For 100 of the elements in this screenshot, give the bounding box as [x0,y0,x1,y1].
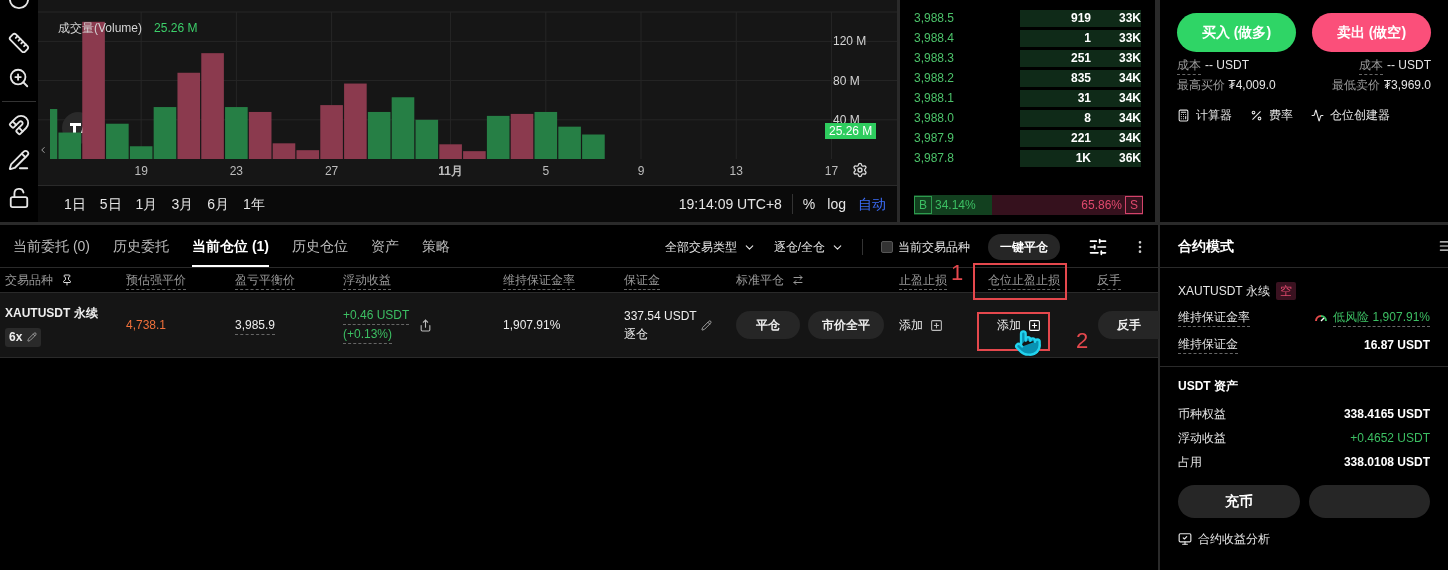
settings-icon[interactable] [852,162,868,178]
asset-value: 338.4165 USDT [1343,406,1430,423]
column-header: 预估强平价 [126,270,186,290]
add-position-tp-sl-link[interactable]: 添加 [997,316,1021,334]
price-text: 3,988.5 [914,10,956,27]
price-text: 3,987.9 [914,130,956,147]
pnl-value: +0.46 USDT [343,306,410,325]
metric-label: 维持保证金 [1178,335,1238,354]
calculator-icon[interactable] [1177,108,1190,122]
annotation-number: 1 [951,262,964,284]
range-button[interactable]: 5日 [99,193,122,215]
margin-ratio: 1,907.91% [503,317,562,334]
scale-option[interactable]: % [802,193,816,215]
edit-icon[interactable] [27,332,38,342]
tab[interactable]: 当前仓位 (1) [192,227,269,267]
buy-badge: B [914,196,932,214]
price-text: 3,987.8 [914,150,956,167]
tool-link[interactable]: 费率 [1269,106,1293,124]
swap-icon[interactable] [792,274,804,286]
tab[interactable]: 历史仓位 [292,227,348,267]
column-header: 反手 [1097,270,1121,290]
buy-ratio: 34.14% [935,197,976,214]
lock-icon[interactable] [8,187,30,209]
axis-label: 120 M [833,34,867,49]
breakeven-price: 3,985.9 [235,315,276,335]
margin-mode: 逐仓 [624,326,649,343]
symbol-text: XAUTUSDT 永续 [1178,283,1270,300]
tool-link[interactable]: 计算器 [1196,106,1232,124]
column-header: 维持保证金率 [503,270,575,290]
reverse-button[interactable]: 反手 [1098,311,1159,339]
plus-square-icon[interactable] [930,318,943,332]
tab[interactable]: 历史委托 [113,227,169,267]
column-header: 浮动收益 [343,270,391,290]
price-text: 3,988.4 [914,30,956,47]
legend-value: 25.26 M [154,20,198,37]
close-button[interactable]: 平仓 [736,311,800,339]
metric-value: 低风险 1,907.91% [1333,308,1430,327]
close-all-button[interactable]: 一键平仓 [988,234,1060,260]
column-header: 止盈止损 [899,270,947,290]
volume-bar [582,134,605,159]
depth-bar: 221 34K [1020,129,1141,147]
range-button[interactable]: 1年 [243,193,265,215]
pin-icon[interactable] [61,274,73,286]
symbol-text: XAUTUSDT 永续 [5,304,99,322]
menu-icon[interactable] [1438,239,1448,253]
column-header: 仓位止盈止损 [988,270,1060,290]
asset-value: +0.4652 USDT [1350,430,1430,447]
scale-option[interactable]: log [827,193,846,215]
close-button[interactable]: 市价全平 [808,311,884,339]
add-tp-sl-link[interactable]: 添加 [899,316,923,334]
scroll-left-icon[interactable] [38,144,48,156]
panel-title: 合约模式 [1178,236,1234,256]
tab[interactable]: 资产 [371,227,399,267]
pnl-percent: (+0.13%) [343,325,393,344]
edit-icon[interactable] [700,319,712,331]
scale-option[interactable]: 自动 [858,193,886,215]
checkbox[interactable] [881,241,893,253]
range-button[interactable]: 3月 [171,193,194,215]
current-value-label: 25.26 M [825,123,877,139]
analysis-link[interactable]: 合约收益分析 [1198,530,1270,548]
metric-value: 16.87 USDT [1363,336,1430,354]
filter-dropdown[interactable]: 全部交易类型 [664,238,737,256]
price-text: 3,988.0 [914,110,956,127]
range-button[interactable]: 6月 [207,193,229,215]
asset-value: 338.0108 USDT [1343,454,1430,471]
deposit-button[interactable]: 充币 [1178,485,1300,518]
depth-bar: 251 33K [1020,49,1141,67]
settings-icon[interactable] [1088,237,1108,257]
margin-value: 337.54 USDT [624,308,697,325]
column-header: 交易品种 [5,272,53,289]
price-limit: 最低卖价 ₮3,969.0 [1332,77,1431,94]
tab[interactable]: 策略 [422,227,450,267]
side-tag: 空 [1275,282,1296,300]
share-icon[interactable] [419,318,433,332]
cost-value: -- USDT [1387,57,1431,74]
tool-link[interactable]: 仓位创建器 [1330,106,1390,124]
zoom-in-icon[interactable] [8,67,30,89]
pencil-icon[interactable] [8,149,30,171]
range-button[interactable]: 1日 [64,193,86,215]
tab[interactable]: 当前委托 (0) [13,227,90,267]
cost-label: 成本 [1359,56,1383,75]
checkbox-label: 当前交易品种 [898,239,970,256]
asset-label: 浮动收益 [1178,430,1226,447]
axis-label: 23 [229,164,244,178]
cost-value: -- USDT [1205,57,1249,74]
asset-label: 币种权益 [1178,406,1226,423]
depth-bar: 835 34K [1020,69,1141,87]
metric-label: 维持保证金率 [1178,308,1250,327]
cost-label: 成本 [1177,56,1201,75]
axis-label: 27 [324,164,339,178]
asset-label: 占用 [1178,454,1202,471]
axis-label: 11月 [438,164,463,178]
depth-bar: 919 33K [1020,9,1141,27]
depth-bar: 31 34K [1020,89,1141,107]
magnet-icon[interactable] [8,114,30,136]
column-header: 保证金 [624,270,660,290]
column-header: 盈亏平衡价 [235,270,295,290]
filter-dropdown[interactable]: 逐仓/全仓 [773,238,825,256]
ruler-icon[interactable] [8,32,30,54]
range-button[interactable]: 1月 [135,193,158,215]
